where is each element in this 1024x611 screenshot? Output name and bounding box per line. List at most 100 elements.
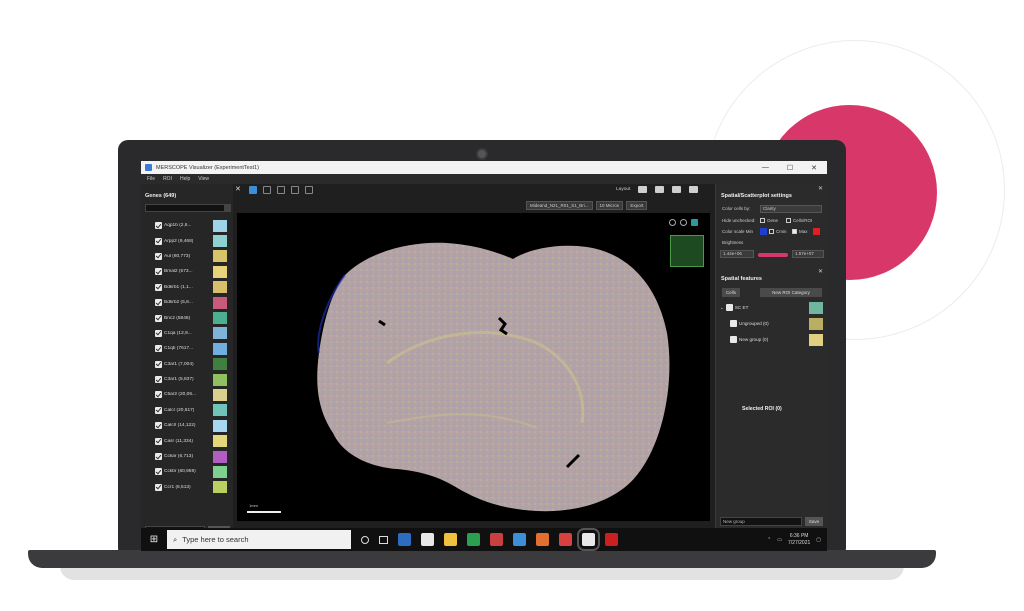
gene-checkbox[interactable] [155, 468, 162, 476]
gene-search-input[interactable] [145, 204, 225, 212]
gene-color-swatch[interactable] [213, 327, 227, 340]
gene-checkbox[interactable] [155, 299, 162, 307]
gene-color-swatch[interactable] [213, 481, 227, 494]
menu-file[interactable]: File [147, 176, 155, 182]
network-icon[interactable]: ▭ [777, 537, 782, 543]
gene-row[interactable]: Cckbr (60,959) [155, 464, 227, 479]
tree-row-sc-et[interactable]: ⌄ SC ET [720, 304, 748, 311]
gene-checkbox[interactable] [155, 406, 162, 414]
gene-checkbox[interactable] [155, 252, 162, 260]
taskbar-app-icon[interactable] [467, 533, 480, 546]
gene-search-button[interactable] [224, 204, 231, 212]
layout-single-icon[interactable] [638, 186, 648, 193]
taskbar-app-icon[interactable] [536, 533, 549, 546]
gene-row[interactable]: Aul (80,773) [155, 249, 227, 264]
dataset-select[interactable]: Mideand_N21_R01_S1_Bri... [526, 201, 593, 210]
layout-quad-icon[interactable] [689, 186, 699, 193]
gene-color-swatch[interactable] [213, 465, 227, 478]
new-roi-category-button[interactable]: New ROI Category [760, 288, 822, 297]
maximize-button[interactable]: ☐ [787, 164, 793, 172]
close-window-button[interactable]: ✕ [811, 164, 817, 172]
gene-color-swatch[interactable] [213, 281, 227, 294]
min-color-swatch[interactable] [760, 228, 767, 235]
gene-row[interactable]: Bdkrb2 (5,8... [155, 295, 227, 310]
close-panel-icon[interactable]: ✕ [235, 186, 243, 194]
cells-button[interactable]: Cells [722, 288, 740, 297]
gene-color-swatch[interactable] [213, 250, 227, 263]
gene-checkbox[interactable] [155, 453, 162, 461]
gene-checkbox[interactable] [155, 376, 162, 384]
rectangle-tool-icon[interactable] [277, 186, 285, 194]
tree-color-swatch[interactable] [809, 302, 823, 314]
gene-checkbox[interactable] [155, 345, 162, 353]
settings-icon[interactable] [305, 186, 313, 194]
taskbar-app-icon[interactable] [490, 533, 503, 546]
zoom-select[interactable]: 10 Micron [595, 201, 624, 210]
gene-row[interactable]: C3ar1 (5,837) [155, 372, 227, 387]
notification-icon[interactable]: ▢ [816, 537, 821, 543]
gene-checkbox[interactable] [155, 437, 162, 445]
minimize-button[interactable]: — [762, 164, 769, 172]
gene-row[interactable]: C5ar2 (20,06... [155, 387, 227, 402]
gene-row[interactable]: C1qb (7617... [155, 341, 227, 356]
roi-save-button[interactable]: Save [805, 517, 823, 526]
roi-new-group-input[interactable]: New group [720, 517, 802, 526]
gene-checkbox[interactable] [155, 360, 162, 368]
gene-color-swatch[interactable] [213, 358, 227, 371]
taskbar-app-icon[interactable] [559, 533, 572, 546]
grid-icon[interactable] [691, 219, 698, 226]
hide-gene-checkbox[interactable] [760, 218, 765, 223]
gene-row[interactable]: Ccr1 (6,513) [155, 480, 227, 495]
menu-view[interactable]: View [198, 176, 209, 182]
gene-color-swatch[interactable] [213, 265, 227, 278]
tree-row-new-group[interactable]: New group (0) [730, 336, 768, 343]
taskbar-app-icon[interactable] [513, 533, 526, 546]
gene-row[interactable]: Cckar (6,713) [155, 449, 227, 464]
gene-row[interactable]: Aqp1b (2,6... [155, 218, 227, 233]
gene-color-swatch[interactable] [213, 373, 227, 386]
gene-checkbox[interactable] [155, 391, 162, 399]
taskbar-app-icon[interactable] [577, 528, 600, 551]
gene-row[interactable]: Arpp2 (9,468) [155, 233, 227, 248]
gene-row[interactable]: Bnc2 (5848) [155, 310, 227, 325]
gene-color-swatch[interactable] [213, 419, 227, 432]
gene-checkbox[interactable] [155, 422, 162, 430]
gene-color-swatch[interactable] [213, 219, 227, 232]
gene-color-swatch[interactable] [213, 388, 227, 401]
tree-row-ungrouped[interactable]: Ungrouped (0) [730, 320, 769, 327]
gene-row[interactable]: Bmal2 (573... [155, 264, 227, 279]
gene-color-swatch[interactable] [213, 235, 227, 248]
max-checkbox[interactable] [792, 229, 797, 234]
polygon-tool-icon[interactable] [291, 186, 299, 194]
gene-color-swatch[interactable] [213, 435, 227, 448]
gene-color-swatch[interactable] [213, 342, 227, 355]
hide-cells-checkbox[interactable] [786, 218, 791, 223]
gene-row[interactable]: Bdkrb1 (1,1... [155, 280, 227, 295]
collapse-icon[interactable]: ⌄ [720, 305, 724, 311]
tissue-viewer[interactable]: 1mm [237, 213, 710, 521]
menu-help[interactable]: Help [180, 176, 190, 182]
tree-color-swatch[interactable] [809, 318, 823, 330]
gene-row[interactable]: Calcrl (14,122) [155, 418, 227, 433]
cmin-checkbox[interactable] [769, 229, 774, 234]
color-cells-by-select[interactable]: Clarity [760, 205, 822, 213]
brightness-max-input[interactable]: 1.57e+07 [792, 250, 824, 258]
taskbar-app-icon[interactable] [421, 533, 434, 546]
clock[interactable]: 6:36 PM 7/27/2021 [788, 533, 810, 547]
features-close-button[interactable]: ✕ [818, 268, 823, 275]
gene-color-swatch[interactable] [213, 450, 227, 463]
brightness-slider[interactable] [758, 253, 788, 257]
gene-row[interactable]: C1qa (12,9... [155, 326, 227, 341]
menu-roi[interactable]: ROI [163, 176, 172, 182]
export-button[interactable]: Export [626, 201, 648, 210]
gene-checkbox[interactable] [155, 329, 162, 337]
gene-row[interactable]: C3ar1 (7,004) [155, 357, 227, 372]
tree-checkbox[interactable] [730, 336, 737, 343]
gene-color-swatch[interactable] [213, 312, 227, 325]
layout-triple-icon[interactable] [672, 186, 682, 193]
gene-row[interactable]: Calcr (20,617) [155, 403, 227, 418]
target-icon[interactable] [669, 219, 676, 226]
gene-color-swatch[interactable] [213, 296, 227, 309]
tray-chevron-icon[interactable]: ⌃ [767, 537, 771, 543]
layout-split-icon[interactable] [655, 186, 665, 193]
